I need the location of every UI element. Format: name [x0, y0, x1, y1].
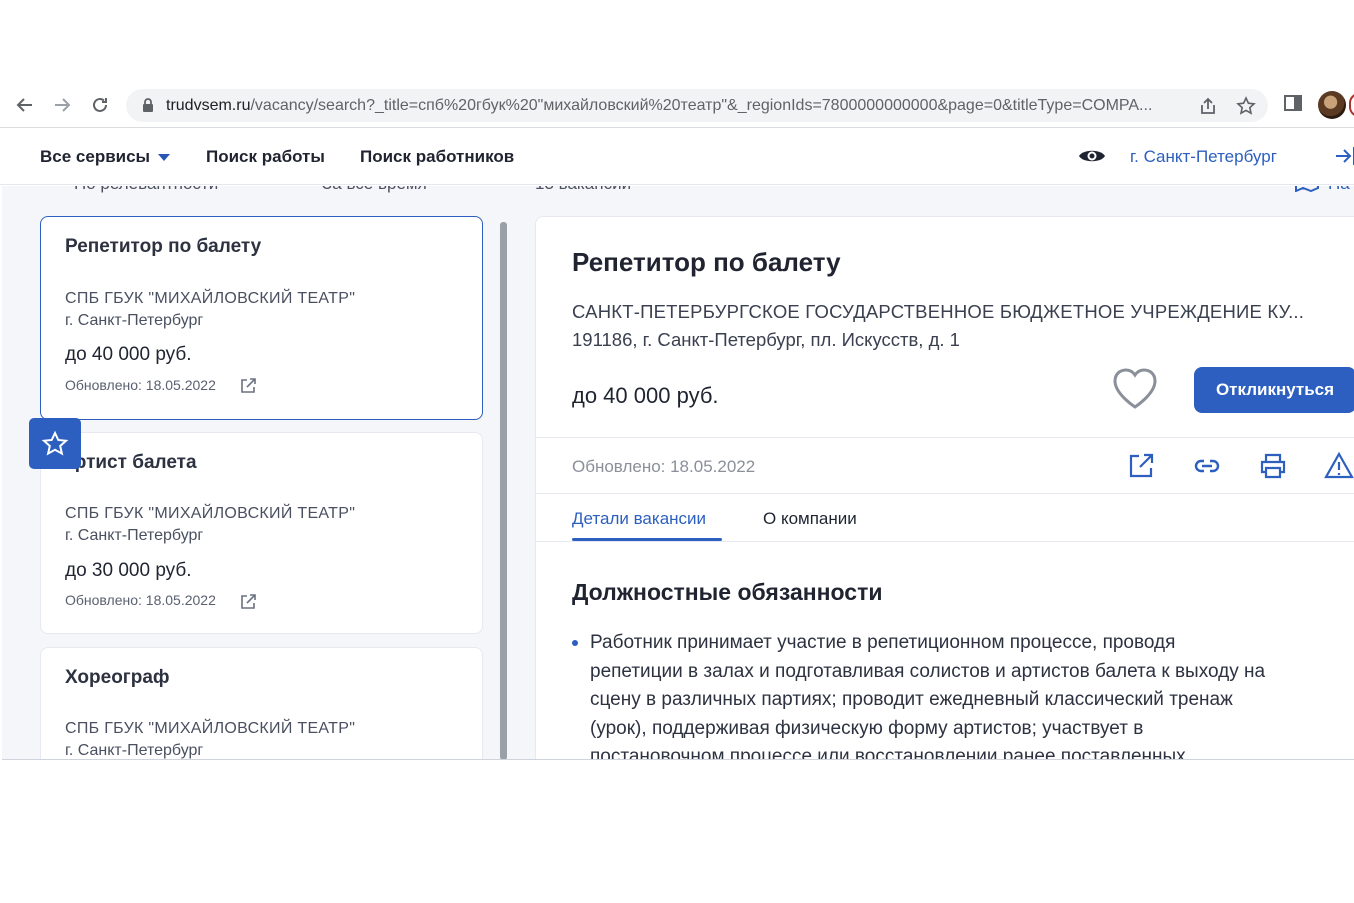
vacancy-card-updated: Обновлено: 18.05.2022	[65, 377, 216, 393]
lock-icon	[143, 98, 153, 112]
duties-line: Работник принимает участие в репетиционн…	[590, 632, 1176, 653]
vacancy-card-city: г. Санкт-Петербург	[65, 742, 204, 759]
external-link-icon[interactable]	[1126, 451, 1156, 481]
duties-line: репетиции в залах и подготавливая солист…	[590, 660, 1266, 682]
share-icon[interactable]	[1198, 96, 1218, 116]
back-arrow-icon[interactable]	[12, 92, 38, 118]
duties-heading: Должностные обязанности	[572, 579, 883, 605]
nav-all-services-label: Все сервисы	[40, 147, 151, 166]
saved-searches-link[interactable]: На	[1328, 186, 1350, 194]
copy-link-icon[interactable]	[1192, 451, 1222, 481]
forward-arrow-icon[interactable]	[49, 92, 75, 118]
period-dropdown[interactable]: За все время	[322, 186, 427, 194]
vacancy-card[interactable]: Хореограф СПБ ГБУК "МИХАЙЛОВСКИЙ ТЕАТР" …	[40, 647, 483, 759]
vacancy-card-city: г. Санкт-Петербург	[65, 527, 204, 544]
divider	[536, 541, 1354, 542]
browser-toolbar: trudvsem.ru/vacancy/search?_title=спб%20…	[0, 82, 1354, 128]
favorites-button[interactable]	[29, 418, 81, 469]
vacancy-card-org: СПБ ГБУК "МИХАЙЛОВСКИЙ ТЕАТР"	[65, 720, 356, 737]
eye-icon[interactable]	[1078, 146, 1106, 166]
bullet	[572, 640, 578, 646]
print-icon[interactable]	[1258, 451, 1288, 481]
vacancy-salary: до 40 000 руб.	[572, 383, 719, 408]
vacancy-card-salary: до 30 000 руб.	[65, 560, 192, 581]
bookmark-star-icon[interactable]	[1236, 96, 1256, 116]
vacancy-card-city: г. Санкт-Петербург	[65, 312, 204, 329]
vacancy-card-org: СПБ ГБУК "МИХАЙЛОВСКИЙ ТЕАТР"	[65, 290, 356, 307]
results-count: 13 вакансий	[535, 186, 631, 194]
warning-icon[interactable]	[1324, 451, 1354, 481]
vacancy-card-title[interactable]: Хореограф	[65, 667, 170, 689]
content-area: По релевантности За все время 13 ваканси…	[2, 186, 1354, 760]
url-host: trudvsem.ru	[166, 97, 251, 114]
vacancy-card[interactable]: Репетитор по балету СПБ ГБУК "МИХАЙЛОВСК…	[40, 216, 483, 420]
star-icon	[41, 430, 69, 456]
nav-all-services[interactable]: Все сервисы	[40, 147, 171, 167]
sort-dropdown[interactable]: По релевантности	[74, 186, 218, 194]
divider	[536, 493, 1354, 494]
divider	[536, 437, 1354, 438]
url-text: trudvsem.ru/vacancy/search?_title=спб%20…	[166, 97, 1186, 115]
vacancy-card[interactable]: Артист балета СПБ ГБУК "МИХАЙЛОВСКИЙ ТЕА…	[40, 432, 483, 634]
vacancy-card-salary: до 40 000 руб.	[65, 344, 192, 365]
list-scrollbar[interactable]	[500, 222, 507, 759]
vacancy-card-org: СПБ ГБУК "МИХАЙЛОВСКИЙ ТЕАТР"	[65, 505, 356, 522]
external-link-icon[interactable]	[239, 593, 257, 611]
nav-employee-search[interactable]: Поиск работников	[360, 147, 514, 167]
vacancy-card-updated: Обновлено: 18.05.2022	[65, 592, 216, 608]
duties-text: Работник принимает участие в репетиционн…	[590, 629, 1354, 760]
login-icon[interactable]	[1334, 144, 1354, 168]
tab-about-company[interactable]: О компании	[763, 509, 857, 529]
vacancy-updated: Обновлено: 18.05.2022	[572, 457, 756, 476]
url-path: /vacancy/search?_title=спб%20гбук%20"мих…	[250, 97, 1153, 114]
heart-icon[interactable]	[1111, 367, 1159, 411]
chevron-down-icon	[158, 154, 171, 162]
profile-avatar[interactable]	[1318, 91, 1346, 119]
side-panel-icon[interactable]	[1283, 93, 1303, 113]
duties-line: (урок), поддерживая физическую форму арт…	[590, 717, 1144, 739]
reload-icon[interactable]	[87, 92, 113, 118]
duties-line: сцену в различных партиях; проводит ежед…	[590, 689, 1233, 710]
vacancy-title: Репетитор по балету	[572, 247, 841, 277]
employer-name[interactable]: САНКТ-ПЕТЕРБУРГСКОЕ ГОСУДАРСТВЕННОЕ БЮДЖ…	[572, 301, 1352, 323]
duties-line: постановочном процессе или восстановлени…	[590, 746, 1186, 760]
employer-address: 191186, г. Санкт-Петербург, пл. Искусств…	[572, 329, 960, 350]
vacancy-card-title[interactable]: Репетитор по балету	[65, 236, 261, 258]
address-bar[interactable]: trudvsem.ru/vacancy/search?_title=спб%20…	[126, 89, 1268, 122]
city-selector[interactable]: г. Санкт-Петербург	[1130, 147, 1277, 167]
vacancy-detail-panel: Репетитор по балету САНКТ-ПЕТЕРБУРГСКОЕ …	[535, 216, 1354, 760]
external-link-icon[interactable]	[239, 377, 257, 395]
map-icon[interactable]	[1294, 186, 1320, 197]
apply-button[interactable]: Откликнуться	[1194, 367, 1354, 413]
tab-vacancy-details[interactable]: Детали вакансии	[572, 509, 706, 529]
nav-job-search[interactable]: Поиск работы	[206, 147, 325, 167]
filters-bar: По релевантности За все время 13 ваканси…	[2, 186, 1354, 194]
vacancy-card-title[interactable]: Артист балета	[61, 452, 197, 474]
